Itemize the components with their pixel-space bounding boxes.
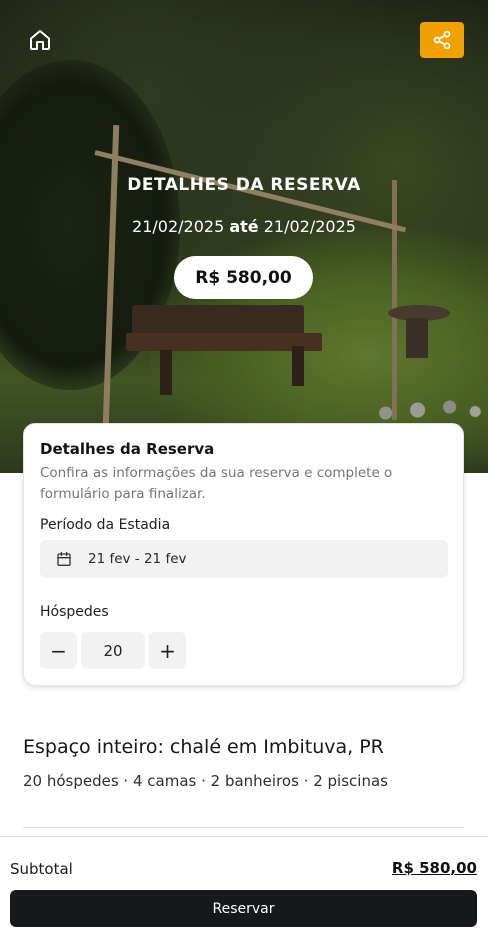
calendar-icon	[57, 552, 71, 566]
subtotal-label: Subtotal	[10, 860, 73, 878]
increment-button[interactable]: +	[149, 632, 186, 669]
price-badge: R$ 580,00	[174, 256, 313, 299]
reserve-button[interactable]: Reservar	[10, 890, 477, 927]
listing-summary: 20 hóspedes · 4 camas · 2 banheiros · 2 …	[23, 772, 388, 790]
hero-image	[0, 0, 488, 473]
guests-count[interactable]: 20	[81, 632, 145, 669]
reservation-card: Detalhes da Reserva Confira as informaçõ…	[23, 423, 464, 686]
home-button[interactable]	[24, 24, 56, 56]
checkout-footer: Subtotal R$ 580,00 Reservar	[0, 836, 488, 942]
share-icon	[433, 30, 451, 50]
date-end: 21/02/2025	[263, 217, 356, 236]
date-start: 21/02/2025	[132, 217, 225, 236]
date-connector: até	[229, 217, 259, 236]
hero-title: DETALHES DA RESERVA	[127, 175, 361, 195]
card-title: Detalhes da Reserva	[40, 440, 215, 458]
card-description: Confira as informações da sua reserva e …	[40, 465, 393, 502]
share-button[interactable]	[420, 22, 464, 58]
period-label: Período da Estadia	[40, 517, 171, 533]
date-range-value: 21 fev - 21 fev	[88, 551, 187, 567]
listing-title: Espaço inteiro: chalé em Imbituva, PR	[23, 736, 384, 758]
decrement-button[interactable]: −	[40, 632, 77, 669]
guests-stepper: − 20 +	[40, 632, 186, 669]
home-icon	[30, 30, 50, 50]
hero-overlay	[0, 0, 488, 473]
hero-dates: 21/02/2025 até 21/02/2025	[0, 217, 488, 236]
divider	[23, 827, 464, 828]
subtotal-value[interactable]: R$ 580,00	[392, 859, 477, 877]
guests-label: Hóspedes	[40, 604, 109, 620]
date-range-field[interactable]: 21 fev - 21 fev	[40, 540, 448, 578]
